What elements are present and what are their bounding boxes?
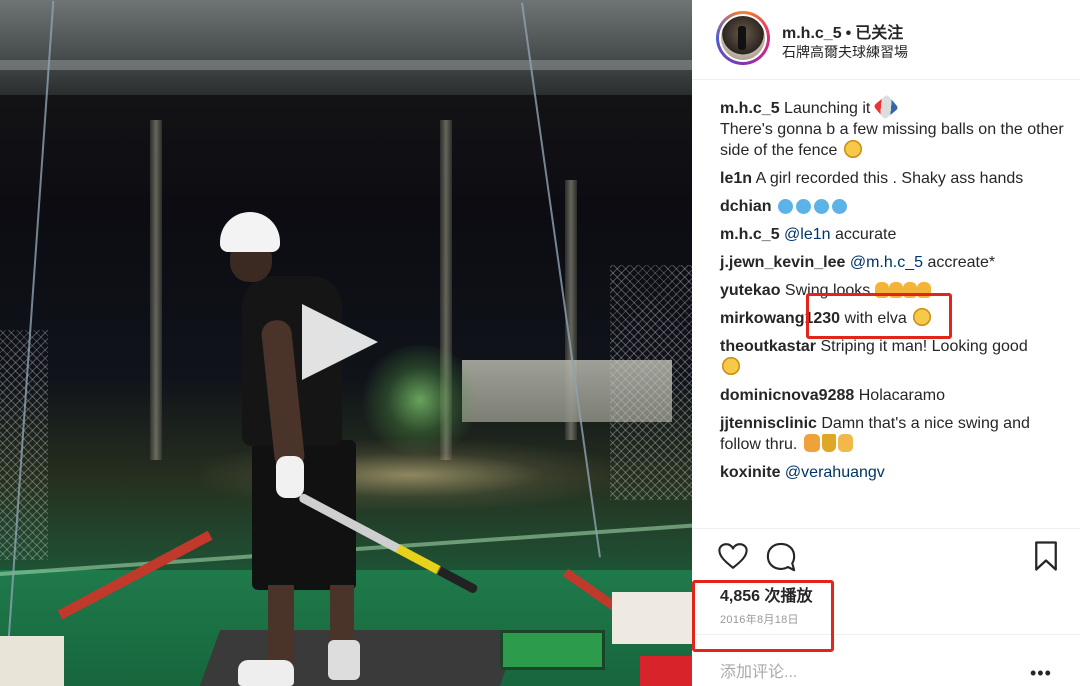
comment-text: accurate — [835, 226, 897, 243]
comment-text: Holacaramo — [858, 387, 945, 404]
header-username[interactable]: m.h.c_5 — [782, 25, 842, 42]
raised-hands-icon — [803, 434, 820, 452]
ball-box — [0, 636, 64, 686]
comment-item: j.jewn_kevin_lee @m.h.c_5 accreate* — [720, 252, 1065, 273]
comment-text: A girl recorded this . Shaky ass hands — [755, 170, 1024, 187]
trophy-icon — [821, 434, 836, 452]
comment-user[interactable]: j.jewn_kevin_lee — [720, 254, 845, 271]
comment-item: theoutkastar Striping it man! Looking go… — [720, 336, 1065, 378]
comment-user[interactable]: m.h.c_5 — [720, 226, 780, 243]
comment-user[interactable]: dchian — [720, 198, 772, 215]
thumbs-up-icon — [837, 434, 853, 452]
comment-user[interactable]: koxinite — [720, 464, 780, 481]
rocket-icon — [873, 94, 899, 120]
play-icon[interactable] — [302, 304, 378, 380]
annotation-box — [806, 293, 952, 339]
header-user-line: m.h.c_5 • 已关注 — [782, 19, 903, 43]
header-separator: • — [845, 25, 852, 42]
comment-user[interactable]: m.h.c_5 — [720, 100, 780, 117]
comment-item: dominicnova9288 Holacaramo — [720, 385, 1065, 406]
comment-mention[interactable]: @m.h.c_5 — [850, 254, 923, 271]
golfer-glove — [276, 456, 304, 498]
golfer-shoe — [328, 640, 360, 680]
comment-text: There's gonna b a few missing balls on t… — [720, 121, 1064, 159]
golfer-leg — [268, 585, 294, 665]
comment-input[interactable]: 添加评论... — [720, 658, 797, 682]
golfer-leg — [330, 585, 354, 645]
blowing-face-icon — [832, 199, 848, 214]
ball-bucket — [640, 656, 692, 686]
avatar-image — [721, 16, 765, 60]
blowing-face-icon — [778, 199, 794, 214]
comment-item: koxinite @verahuangv — [720, 462, 1065, 483]
roof-beam — [0, 60, 692, 70]
follow-status[interactable]: 已关注 — [855, 25, 903, 42]
comment-item: jjtennisclinic Damn that's a nice swing … — [720, 413, 1065, 455]
blowing-face-icon — [796, 199, 812, 214]
more-options-icon[interactable]: ••• — [1030, 663, 1052, 684]
comment-text: Launching it — [784, 100, 871, 117]
flushed-face-icon — [843, 140, 862, 158]
avatar-border — [719, 14, 767, 62]
comment-item: m.h.c_5 @le1n accurate — [720, 224, 1065, 245]
ball-box — [612, 592, 692, 644]
green-mat — [500, 630, 605, 670]
video-player[interactable] — [0, 0, 692, 686]
comment-item: le1n A girl recorded this . Shaky ass ha… — [720, 168, 1065, 189]
comment-user[interactable]: yutekao — [720, 282, 780, 299]
heart-icon[interactable] — [718, 543, 748, 569]
comment-icon[interactable] — [766, 542, 796, 572]
comment-item: m.h.c_5 Launching it There's gonna b a f… — [720, 94, 1065, 161]
comment-user[interactable]: dominicnova9288 — [720, 387, 854, 404]
golfer-cap — [220, 212, 280, 252]
action-bar — [692, 528, 1080, 588]
range-roof — [0, 0, 692, 95]
comment-mention[interactable]: @le1n — [784, 226, 831, 243]
comment-text: Striping it man! Looking good — [820, 338, 1028, 355]
annotation-box — [692, 580, 834, 652]
safety-net — [0, 330, 48, 560]
golfer-shoe — [238, 660, 294, 686]
range-pole — [150, 120, 162, 460]
location-link[interactable]: 石牌高爾夫球練習場 — [782, 42, 908, 62]
grin-icon — [722, 357, 740, 375]
comment-user[interactable]: le1n — [720, 170, 752, 187]
post-header: m.h.c_5 • 已关注 石牌高爾夫球練習場 — [692, 0, 1080, 80]
comment-user[interactable]: theoutkastar — [720, 338, 816, 355]
avatar[interactable] — [716, 11, 770, 65]
comment-mention[interactable]: @verahuangv — [785, 464, 885, 481]
bookmark-icon[interactable] — [1034, 541, 1058, 571]
comment-item: dchian — [720, 196, 1065, 217]
comment-user[interactable]: jjtennisclinic — [720, 415, 817, 432]
comment-text: accreate* — [927, 254, 996, 271]
blowing-face-icon — [814, 199, 830, 214]
safety-net — [610, 265, 692, 500]
